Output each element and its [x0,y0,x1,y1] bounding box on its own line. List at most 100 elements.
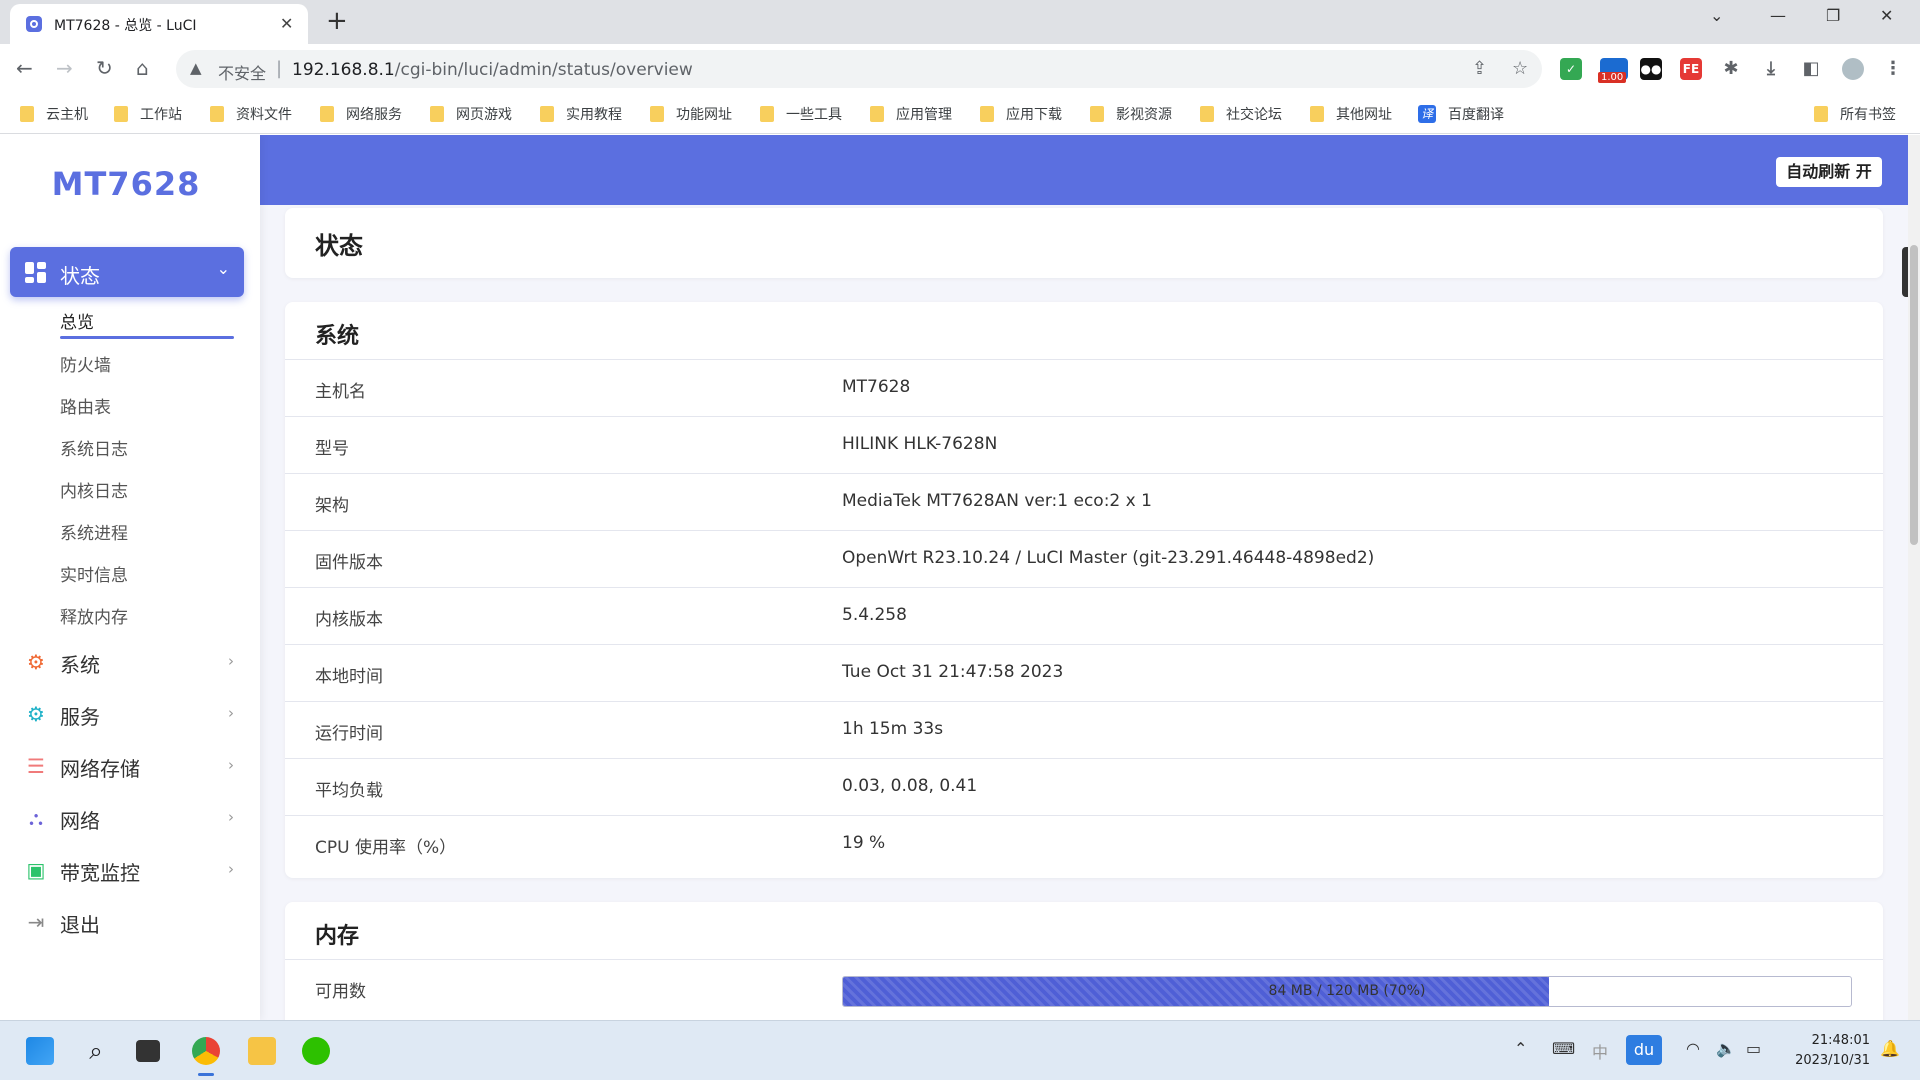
sidebar-item-network[interactable]: ⛬ 网络 › [24,801,234,835]
bookmark-folder[interactable]: 工作站 [114,104,182,124]
warning-icon[interactable]: ▲ [190,59,202,77]
row-key: 架构 [315,496,349,516]
luci-favicon-icon [26,16,42,32]
insecure-label[interactable]: 不安全 [218,60,266,84]
bookmark-folder[interactable]: 影视资源 [1090,104,1172,124]
back-icon[interactable]: ← [16,54,33,82]
input-mode-icon[interactable]: 中 [1592,1039,1608,1063]
baidu-ime-icon[interactable]: du [1626,1035,1662,1065]
bookmark-folder[interactable]: 资料文件 [210,104,292,124]
home-icon[interactable]: ⌂ [136,54,149,82]
sidebar-item-status[interactable]: 状态 ⌄ [10,247,244,297]
network-icon: ⛬ [29,806,43,830]
tray-overflow-icon[interactable]: ⌃ [1514,1039,1527,1058]
sidebar-sub-processes[interactable]: 系统进程 [60,519,128,544]
bookmark-folder[interactable]: 应用下载 [980,104,1062,124]
scrollbar-thumb[interactable] [1910,245,1918,545]
tab-close-icon[interactable]: ✕ [280,14,293,33]
page-scrollbar[interactable] [1908,135,1920,1020]
bookmark-folder[interactable]: 云主机 [20,104,88,124]
all-bookmarks[interactable]: 所有书签 [1814,104,1896,124]
minimize-icon[interactable]: — [1770,6,1786,25]
system-clock[interactable]: 21:48:01 2023/10/31 [1780,1031,1870,1071]
fe-extension-icon[interactable]: FE [1680,58,1702,80]
tab-title: MT7628 - 总览 - LuCI [54,18,197,34]
browser-tab-active[interactable]: MT7628 - 总览 - LuCI ✕ [10,4,308,44]
glasses-extension-icon[interactable]: ●● [1640,58,1662,80]
keyboard-icon[interactable]: ⌨ [1552,1039,1575,1058]
share-icon[interactable]: ⇪ [1472,58,1487,79]
url-host: 192.168.8.1 [292,60,395,80]
table-row: 主机名 MT7628 [285,359,1883,416]
row-key: 内核版本 [315,610,383,630]
chrome-icon[interactable] [192,1037,220,1065]
sidebar-sub-firewall[interactable]: 防火墙 [60,351,111,376]
sidebar: MT7628 状态 ⌄ 总览 防火墙 路由表 系统日志 内核日志 系统进程 实时… [0,135,260,1020]
sidebar-item-system[interactable]: ⚙ 系统 › [24,645,234,679]
extension-badge: 1.00 [1598,72,1627,83]
sidebar-sub-routes[interactable]: 路由表 [60,393,111,418]
row-value: MT7628 [842,377,911,397]
battery-icon[interactable]: ▭ [1746,1039,1761,1058]
window-close-icon[interactable]: ✕ [1880,6,1893,25]
profile-avatar[interactable] [1842,58,1864,80]
forward-icon[interactable]: → [56,54,73,82]
volume-icon[interactable]: 🔈 [1716,1039,1736,1058]
tab-search-icon[interactable]: ⌄ [1710,6,1723,25]
bookmark-baidu-translate[interactable]: 译百度翻译 [1418,104,1504,124]
sidebar-sub-free-memory[interactable]: 释放内存 [60,603,128,628]
monitor-icon: ▣ [26,858,46,882]
bookmark-folder[interactable]: 实用教程 [540,104,622,124]
translate-icon: 译 [1418,105,1436,123]
row-key: 型号 [315,439,349,459]
extensions-puzzle-icon[interactable]: ✱ [1720,58,1742,80]
reload-icon[interactable]: ↻ [96,54,113,82]
system-section: 系统 主机名 MT7628 型号 HILINK HLK-7628N 架构 MediaT… [285,302,1883,878]
wifi-icon[interactable]: ◠ [1686,1039,1700,1058]
restore-icon[interactable]: ❐ [1826,6,1840,25]
bookmark-folder[interactable]: 应用管理 [870,104,952,124]
row-key: CPU 使用率（%） [315,838,457,858]
bookmark-folder[interactable]: 社交论坛 [1200,104,1282,124]
wechat-icon[interactable] [302,1037,330,1065]
shield-extension-icon[interactable]: ✓ [1560,58,1582,80]
sidebar-item-storage[interactable]: ☰ 网络存储 › [24,749,234,783]
bookmark-folder[interactable]: 网页游戏 [430,104,512,124]
folder-icon [760,106,774,122]
task-view-icon[interactable] [136,1040,160,1062]
row-key: 固件版本 [315,553,383,573]
windows-start-icon[interactable] [26,1037,54,1065]
bookmark-folder[interactable]: 网络服务 [320,104,402,124]
folder-icon [20,106,34,122]
new-tab-button[interactable]: + [326,6,348,36]
bookmark-folder[interactable]: 一些工具 [760,104,842,124]
brand-logo[interactable]: MT7628 [0,165,252,203]
sidebar-item-label: 状态 [60,264,100,288]
sidebar-sub-overview[interactable]: 总览 [60,308,94,333]
section-title: 系统 [315,324,360,349]
sidebar-sub-kernel-log[interactable]: 内核日志 [60,477,128,502]
browser-menu-icon[interactable]: ⋮ [1882,58,1904,80]
bookmark-star-icon[interactable]: ☆ [1512,58,1528,79]
search-icon[interactable]: ⌕ [82,1037,110,1065]
bookmark-folder[interactable]: 其他网址 [1310,104,1392,124]
side-panel-icon[interactable]: ◧ [1800,58,1822,80]
sidebar-item-bandwidth[interactable]: ▣ 带宽监控 › [24,853,234,887]
url-separator: | [276,58,283,79]
notification-bell-icon[interactable]: 🔔 [1880,1039,1900,1058]
page-title-card: 状态 [285,208,1883,278]
chevron-right-icon: › [228,704,234,722]
sidebar-item-label: 服务 [60,705,100,729]
sidebar-item-services[interactable]: ⚙ 服务 › [24,697,234,731]
auto-refresh-button[interactable]: 自动刷新 开 [1776,157,1882,187]
url-text[interactable]: 192.168.8.1/cgi-bin/luci/admin/status/ov… [292,60,693,80]
sidebar-sub-syslog[interactable]: 系统日志 [60,435,128,460]
sidebar-sub-realtime[interactable]: 实时信息 [60,561,128,586]
download-icon[interactable]: ⤓ [1760,58,1782,80]
sidebar-item-logout[interactable]: ⇥ 退出 [24,905,234,939]
file-explorer-icon[interactable] [248,1037,276,1065]
active-app-indicator [198,1073,214,1076]
address-bar[interactable]: ▲ 不安全 | 192.168.8.1/cgi-bin/luci/admin/s… [176,50,1542,88]
bookmark-folder[interactable]: 功能网址 [650,104,732,124]
table-row: CPU 使用率（%） 19 % [285,815,1883,872]
